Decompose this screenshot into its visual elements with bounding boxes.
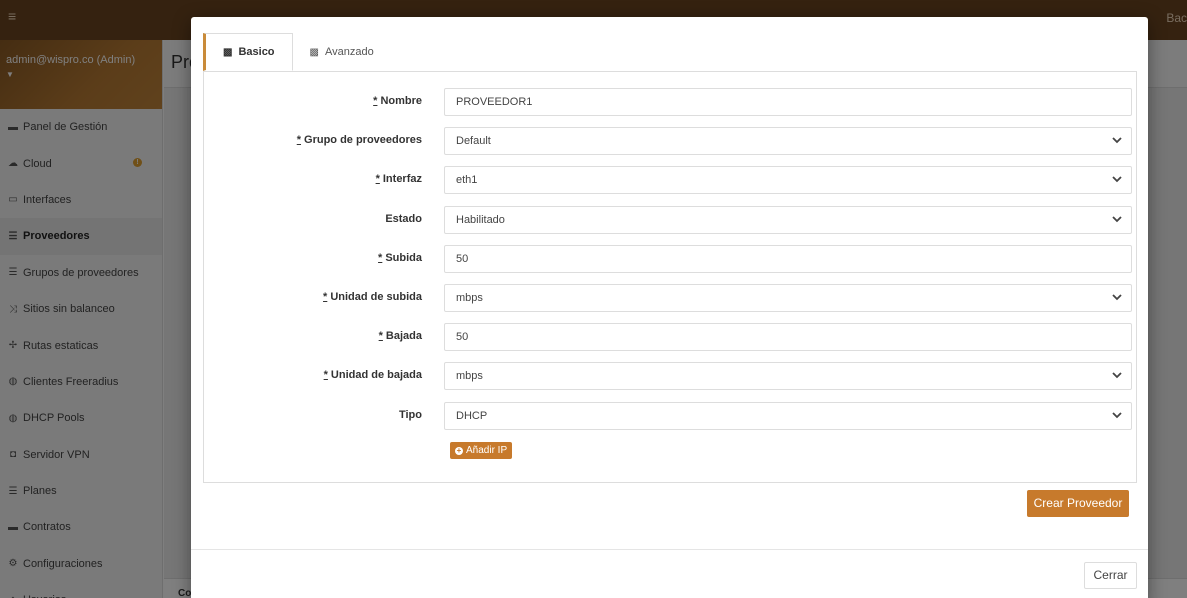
chevron-down-icon — [1112, 363, 1122, 400]
unidad-de-subida-select[interactable]: mbps — [444, 284, 1132, 312]
field-value: DHCP — [456, 409, 488, 422]
nombre-input[interactable]: PROVEEDOR1 — [444, 88, 1132, 116]
field-label-text: Bajada — [385, 330, 422, 343]
form-row-unidad-de-subida: * Unidad de subida mbps — [204, 284, 1138, 312]
chevron-down-icon — [1112, 167, 1122, 204]
tab-basico[interactable]: ▩ Basico — [203, 33, 293, 71]
tab-panel-basico: * Nombre PROVEEDOR1 * Grupo de proveedores De… — [203, 71, 1137, 483]
field-label: * Subida — [378, 252, 422, 264]
field-label: * Unidad de subida — [323, 291, 422, 303]
form-row-unidad-de-bajada: * Unidad de bajada mbps — [204, 362, 1138, 391]
form-row-tipo: Tipo DHCP — [204, 401, 1138, 430]
required-marker: * — [373, 95, 378, 107]
modal-divider — [191, 549, 1148, 550]
field-value: eth1 — [456, 174, 478, 187]
add-ip-button[interactable]: + Añadir IP — [450, 442, 513, 459]
field-label: * Bajada — [379, 330, 422, 342]
field-label: * Interfaz — [376, 173, 422, 185]
close-button[interactable]: Cerrar — [1084, 562, 1137, 589]
form-row-interfaz: * Interfaz eth1 — [204, 166, 1138, 195]
field-label-text: Grupo de proveedores — [304, 134, 422, 147]
briefcase-icon: ▩ — [309, 46, 319, 58]
form-row-nombre: * Nombre PROVEEDOR1 — [204, 88, 1138, 116]
required-marker: * — [323, 369, 328, 382]
field-label: Estado — [385, 213, 422, 225]
plus-circle-icon: + — [455, 445, 463, 455]
field-label: Tipo — [399, 409, 422, 421]
required-marker: * — [296, 134, 302, 147]
field-label: * Grupo de proveedores — [297, 134, 422, 146]
field-label-text: Unidad de bajada — [330, 369, 422, 382]
field-label-text: Estado — [385, 212, 422, 225]
estado-select[interactable]: Habilitado — [444, 205, 1132, 234]
create-provider-button[interactable]: Crear Proveedor — [1027, 490, 1129, 517]
subida-input[interactable]: 50 — [444, 244, 1132, 273]
form-row-grupo-de-proveedores: * Grupo de proveedores Default — [204, 127, 1138, 156]
grupo-de-proveedores-select[interactable]: Default — [444, 127, 1132, 156]
chevron-down-icon — [1112, 207, 1122, 244]
field-value: PROVEEDOR1 — [456, 96, 533, 108]
required-marker: * — [378, 251, 383, 264]
required-marker: * — [375, 173, 380, 186]
field-value: 50 — [456, 331, 469, 344]
field-value: mbps — [456, 370, 483, 383]
tab-avanzado[interactable]: ▩ Avanzado — [293, 33, 391, 71]
field-value: mbps — [456, 292, 483, 304]
form-row-bajada: * Bajada 50 — [204, 323, 1138, 352]
unidad-de-bajada-select[interactable]: mbps — [444, 362, 1132, 391]
field-label-text: Interfaz — [382, 173, 422, 186]
field-label: * Nombre — [373, 95, 422, 107]
modal-tabs: ▩ Basico ▩ Avanzado — [203, 33, 391, 71]
interfaz-select[interactable]: eth1 — [444, 166, 1132, 195]
form-row-estado: Estado Habilitado — [204, 205, 1138, 234]
required-marker: * — [378, 330, 383, 343]
tab-label: Basico — [238, 46, 275, 58]
add-ip-label: Añadir IP — [466, 445, 508, 456]
field-label-text: Subida — [385, 251, 422, 264]
bajada-input[interactable]: 50 — [444, 323, 1132, 352]
briefcase-icon: ▩ — [223, 46, 233, 58]
chevron-down-icon — [1112, 285, 1122, 322]
field-value: Habilitado — [456, 213, 505, 226]
field-value: Default — [456, 135, 491, 148]
tab-label: Avanzado — [324, 46, 374, 58]
field-label-text: Nombre — [380, 95, 422, 107]
field-value: 50 — [456, 252, 469, 265]
field-label: * Unidad de bajada — [324, 369, 422, 381]
required-marker: * — [323, 291, 328, 303]
field-label-text: Tipo — [398, 408, 422, 421]
provider-modal: ▩ Basico ▩ Avanzado * Nombre PROVEEDOR1 * Gr… — [191, 17, 1148, 598]
chevron-down-icon — [1112, 403, 1122, 440]
tipo-select[interactable]: DHCP — [444, 401, 1132, 430]
chevron-down-icon — [1112, 128, 1122, 165]
field-label-text: Unidad de subida — [330, 291, 422, 303]
form-row-subida: * Subida 50 — [204, 244, 1138, 273]
